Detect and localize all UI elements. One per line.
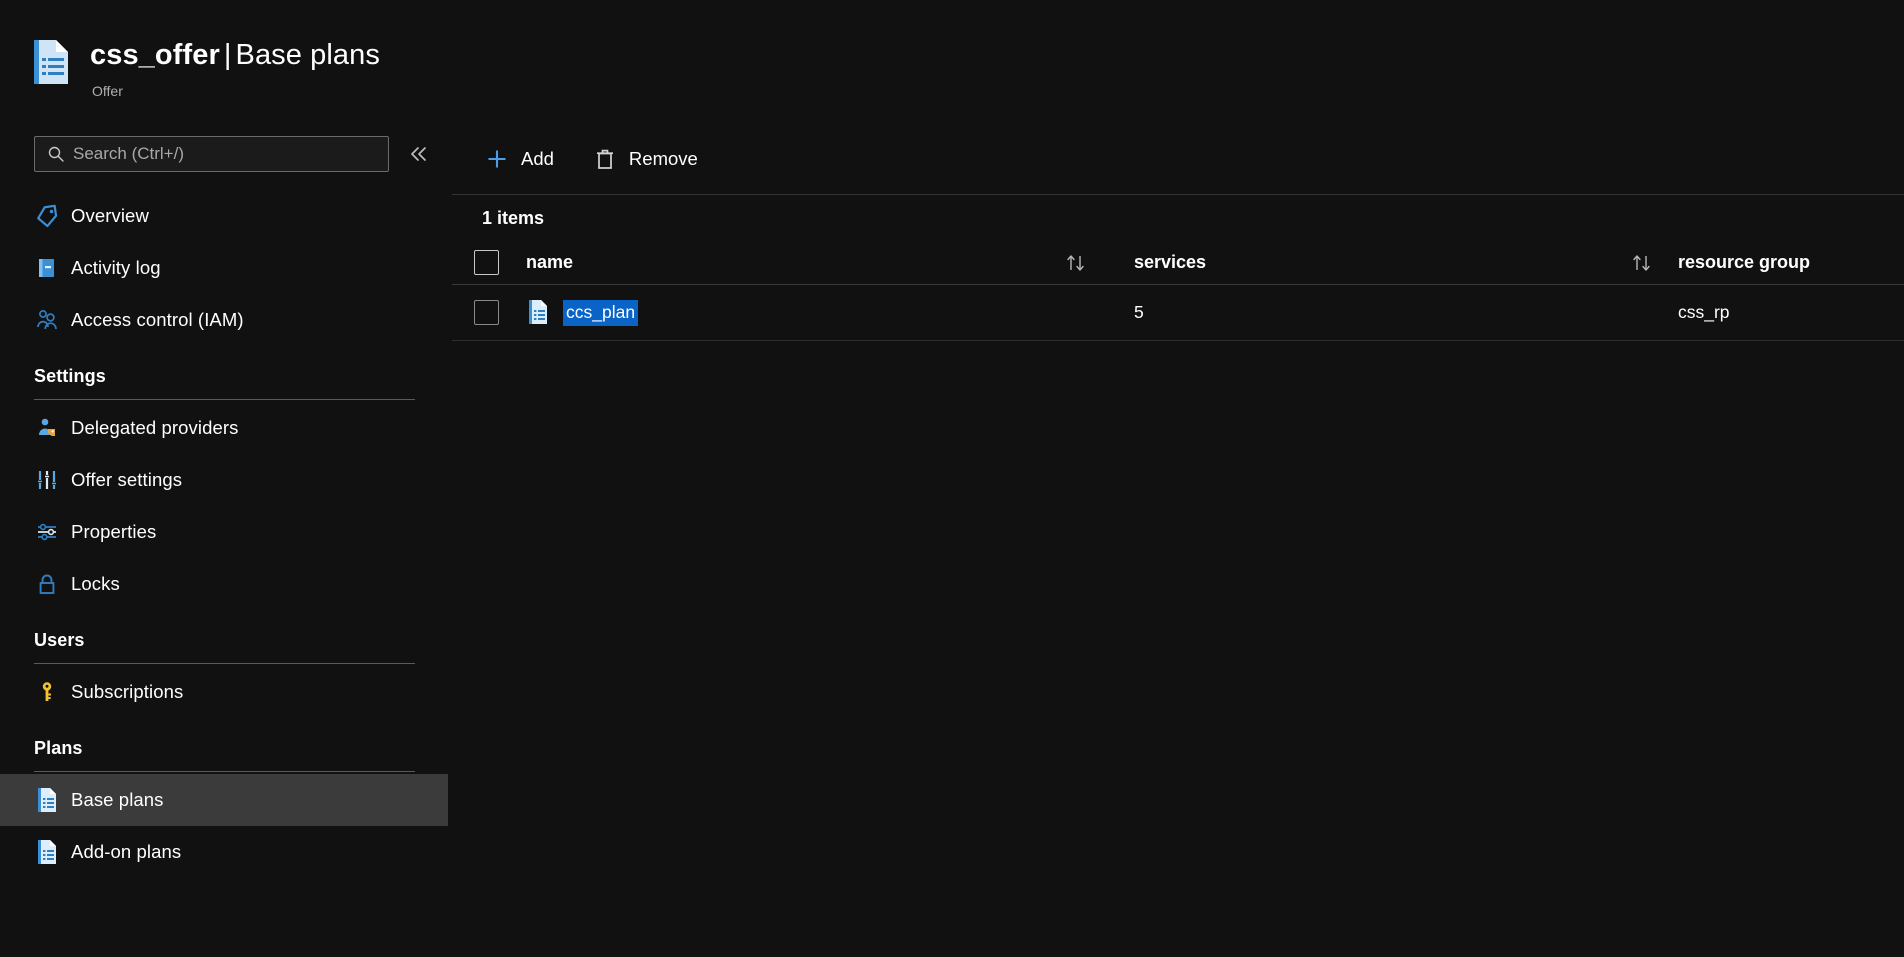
blade-sidebar: Overview Activity log [0, 128, 452, 957]
row-select-cell [474, 300, 526, 325]
section-divider [34, 663, 415, 664]
select-all-checkbox[interactable] [474, 250, 499, 275]
column-header-label: resource group [1678, 252, 1810, 273]
remove-button[interactable]: Remove [590, 139, 700, 179]
row-checkbox[interactable] [474, 300, 499, 325]
column-header-name[interactable]: name [526, 252, 1112, 274]
resource-name: css_offer [90, 39, 220, 71]
search-icon [47, 145, 65, 163]
people-icon [34, 308, 59, 333]
sidebar-item-label: Activity log [71, 257, 161, 279]
sidebar-item-label: Base plans [71, 789, 164, 811]
section-divider [34, 399, 415, 400]
search-box[interactable] [34, 136, 389, 172]
add-button[interactable]: Add [482, 139, 556, 179]
sidebar-section-users: Users [0, 610, 452, 664]
sidebar-item-label: Subscriptions [71, 681, 183, 703]
table-header-row: name services [452, 241, 1904, 285]
sidebar-item-access-control[interactable]: Access control (IAM) [0, 294, 452, 346]
trash-icon [592, 146, 618, 172]
column-header-label: services [1112, 252, 1206, 273]
tag-icon [34, 204, 59, 229]
sidebar-item-label: Delegated providers [71, 417, 238, 439]
cell-resource-group: css_rp [1678, 302, 1904, 323]
sidebar-item-activity-log[interactable]: Activity log [0, 242, 452, 294]
cell-services: 5 [1112, 302, 1678, 323]
blade-content: Add Remove 1 items [452, 128, 1904, 957]
table-row[interactable]: ccs_plan 5 css_rp [452, 285, 1904, 341]
sidebar-section-title: Plans [34, 738, 452, 759]
services-count: 5 [1112, 302, 1144, 323]
search-input[interactable] [73, 144, 363, 164]
blade-name: Base plans [236, 39, 381, 71]
column-header-services[interactable]: services [1112, 252, 1678, 274]
sidebar-item-label: Offer settings [71, 469, 182, 491]
document-list-icon [526, 299, 552, 327]
azure-portal-blade: css_offer|Base plans Offer [0, 0, 1904, 957]
sidebar-item-label: Access control (IAM) [71, 309, 244, 331]
header-text-block: css_offer|Base plans Offer [90, 38, 380, 100]
command-toolbar: Add Remove [452, 128, 1904, 190]
toolbar-divider [452, 194, 1904, 195]
blade-header: css_offer|Base plans Offer [0, 0, 1904, 128]
section-divider [34, 771, 415, 772]
column-header-label: name [526, 252, 573, 273]
sidebar-section-plans: Plans [0, 718, 452, 772]
document-list-icon [34, 840, 59, 865]
sidebar-item-locks[interactable]: Locks [0, 558, 452, 610]
select-all-cell [474, 250, 526, 275]
sidebar-item-label: Locks [71, 573, 120, 595]
double-chevron-left-icon[interactable] [401, 137, 435, 171]
person-tag-icon [34, 416, 59, 441]
sidebar-item-overview[interactable]: Overview [0, 190, 452, 242]
page-title: css_offer|Base plans [90, 38, 380, 73]
document-list-icon [34, 788, 59, 813]
sidebar-item-delegated-providers[interactable]: Delegated providers [0, 402, 452, 454]
sidebar-item-label: Overview [71, 205, 149, 227]
cell-name[interactable]: ccs_plan [526, 299, 1112, 327]
sort-updown-icon[interactable] [1630, 252, 1656, 274]
sidebar-section-title: Settings [34, 366, 452, 387]
column-header-resource-group[interactable]: resource group [1678, 252, 1904, 273]
plans-table: name services [452, 241, 1904, 341]
plus-icon [484, 146, 510, 172]
resource-group-value: css_rp [1678, 302, 1730, 323]
offer-document-icon [30, 38, 72, 86]
horizontal-sliders-icon [34, 520, 59, 545]
sort-updown-icon[interactable] [1064, 252, 1090, 274]
sidebar-section-settings: Settings [0, 346, 452, 400]
sidebar-nav: Overview Activity log [0, 190, 452, 878]
remove-button-label: Remove [629, 148, 698, 170]
sidebar-item-offer-settings[interactable]: Offer settings [0, 454, 452, 506]
sidebar-section-title: Users [34, 630, 452, 651]
sidebar-item-label: Properties [71, 521, 156, 543]
sidebar-item-subscriptions[interactable]: Subscriptions [0, 666, 452, 718]
sidebar-search-row [0, 128, 452, 180]
sidebar-item-properties[interactable]: Properties [0, 506, 452, 558]
title-separator: | [220, 39, 236, 71]
sidebar-item-add-on-plans[interactable]: Add-on plans [0, 826, 452, 878]
add-button-label: Add [521, 148, 554, 170]
lock-icon [34, 572, 59, 597]
plan-name-link[interactable]: ccs_plan [563, 300, 638, 326]
vertical-sliders-icon [34, 468, 59, 493]
activity-log-icon [34, 256, 59, 281]
items-count-label: 1 items [452, 208, 1904, 229]
resource-type-subtitle: Offer [92, 82, 380, 100]
sidebar-item-label: Add-on plans [71, 841, 181, 863]
sidebar-item-base-plans[interactable]: Base plans [0, 774, 448, 826]
key-icon [34, 680, 59, 705]
